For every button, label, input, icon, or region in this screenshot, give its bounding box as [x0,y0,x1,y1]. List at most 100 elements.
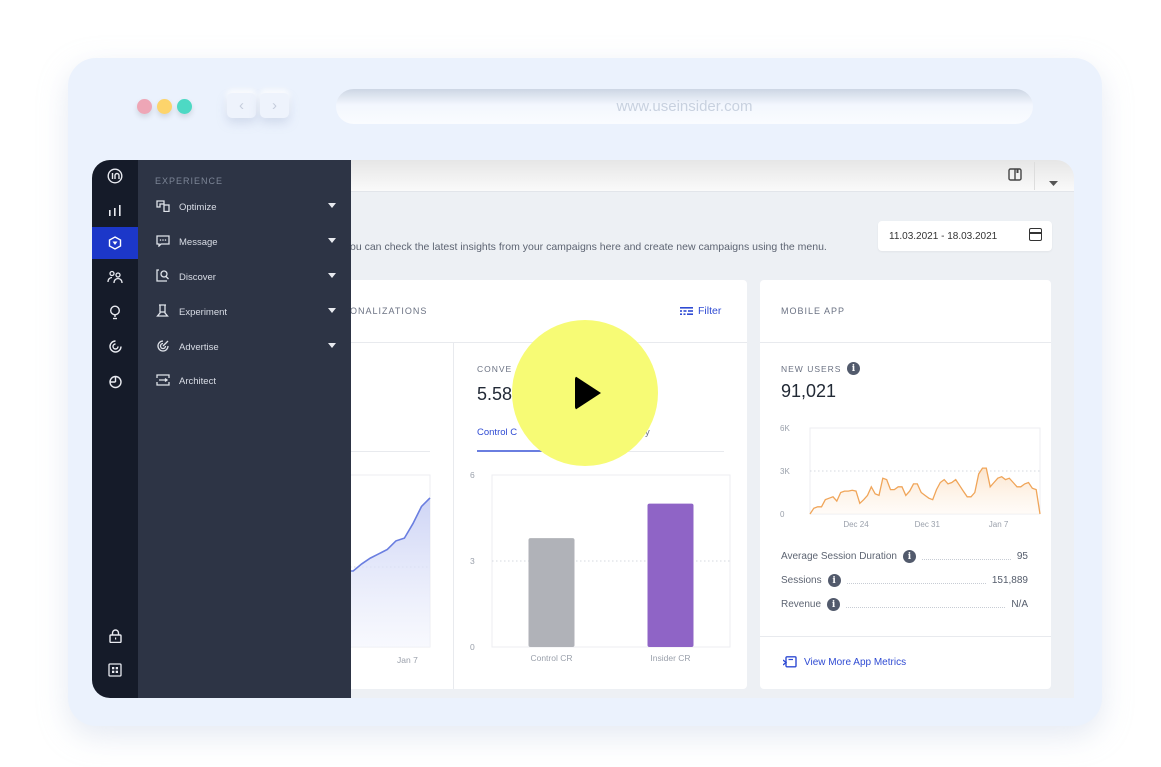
url-text: www.useinsider.com [616,98,753,115]
bar-chart-frame [491,474,731,648]
experience-menu: EXPERIENCE Optimize Message Discover Exp… [138,160,351,698]
book-icon[interactable] [1008,168,1022,184]
metric-row: Sessions i 151,889 [781,574,1028,587]
back-button[interactable]: ‹ [227,93,256,118]
filter-label: Filter [698,305,722,317]
menu-heading: EXPERIENCE [155,176,224,186]
y-tick-label: 6K [780,424,790,433]
metric-value: 151,889 [991,575,1028,586]
menu-item-optimize[interactable]: Optimize [156,197,336,217]
message-icon [156,234,172,250]
menu-item-architect[interactable]: Architect [156,371,336,391]
calendar-icon [1029,228,1042,241]
close-dot[interactable] [137,99,152,114]
menu-item-advertise[interactable]: Advertise [156,337,336,357]
audience-icon[interactable] [92,261,138,293]
icon-rail [92,160,138,698]
y-tick-label: 3 [470,556,475,566]
caret-down-icon[interactable] [1049,174,1058,189]
y-tick-label: 6 [470,470,475,480]
dotted-leader [846,607,1006,608]
menu-item-label: Architect [179,375,216,387]
card-column-divider [453,343,454,689]
y-tick-label: 0 [780,510,785,519]
optimize-icon [156,199,172,215]
minimize-dot[interactable] [157,99,172,114]
mobile-app-title: MOBILE APP [781,306,846,316]
menu-item-experiment[interactable]: Experiment [156,302,336,322]
menu-item-label: Experiment [179,306,228,318]
experience-icon[interactable] [92,227,138,259]
menu-item-label: Discover [179,271,216,283]
app-metrics-icon [783,656,797,668]
apps-grid-icon[interactable] [92,654,138,686]
analytics-icon[interactable] [92,194,138,226]
discover-icon [156,269,172,285]
new-users-label: NEW USERS [781,363,842,374]
caret-down-icon [328,238,336,243]
x-tick-label: Dec 24 [843,520,869,528]
trend-x-tick: Jan 7 [397,655,418,665]
mobile-header-divider [760,342,1051,343]
bar-control-cr [528,538,575,647]
info-icon[interactable]: i [847,362,861,375]
conversion-label: CONVE [477,364,513,374]
filter-button[interactable]: Filter [680,305,721,317]
experiment-icon [156,304,172,320]
dotted-leader [922,559,1011,560]
menu-item-label: Advertise [179,341,219,353]
x-tick-label: Jan 7 [989,520,1009,528]
metric-row: Revenue i N/A [781,598,1028,611]
caret-down-icon [328,273,336,278]
x-tick-label: Dec 31 [915,520,941,528]
tab-control-cr[interactable]: Control C [477,427,517,438]
window-controls [137,99,192,114]
date-range-text: 11.03.2021 - 18.03.2021 [889,230,998,242]
caret-down-icon [328,343,336,348]
metric-label: Average Session Duration [781,551,897,562]
forward-button[interactable]: › [260,93,289,118]
metric-value: N/A [1011,599,1028,610]
chevron-right-icon: › [272,97,277,114]
bar-insider-cr [647,503,694,647]
info-icon[interactable]: i [903,550,916,563]
date-range-picker[interactable]: 11.03.2021 - 18.03.2021 [878,221,1052,251]
view-more-app-metrics-link[interactable]: View More App Metrics [783,656,906,668]
chevron-left-icon: ‹ [239,97,244,114]
filter-icon [680,307,693,315]
advertise-icon [156,339,172,356]
conversion-bar-chart: 0 3 6 Control CR Insider CR [470,470,731,663]
conversion-value: 5.58 [477,384,513,404]
logo-icon[interactable] [92,160,138,192]
metric-label: Revenue [781,599,822,610]
new-users-label-row: NEW USERS i [781,362,861,375]
new-users-value: 91,021 [781,381,837,401]
pie-chart-icon[interactable] [92,365,138,397]
architect-icon [156,373,172,389]
x-tick-label: Control CR [530,653,572,663]
play-video-button[interactable] [512,320,658,466]
target-icon[interactable] [92,330,138,362]
address-bar[interactable]: www.useinsider.com [336,89,1033,124]
personalizations-title: ONALIZATIONS [350,306,428,316]
nav-buttons: ‹ › [227,93,289,118]
lock-icon[interactable] [92,620,138,652]
x-tick-label: Insider CR [650,653,690,663]
y-tick-label: 3K [780,467,790,476]
info-icon[interactable]: i [827,598,841,611]
topbar-divider [1034,162,1035,190]
menu-item-discover[interactable]: Discover [156,267,336,287]
left-tab-underline [350,451,430,452]
new-users-chart: 0 3K 6K Dec 24 Dec 31 Jan 7 [780,424,1041,528]
caret-down-icon [328,308,336,313]
metric-row: Average Session Duration i 95 [781,550,1028,563]
info-icon[interactable]: i [827,574,841,587]
play-icon [575,376,601,410]
maximize-dot[interactable] [177,99,192,114]
lightbulb-icon[interactable] [92,296,138,328]
link-label: View More App Metrics [804,656,907,668]
metric-value: 95 [1016,551,1028,562]
menu-item-label: Optimize [179,201,217,213]
menu-item-message[interactable]: Message [156,232,336,252]
y-tick-label: 0 [470,642,475,652]
